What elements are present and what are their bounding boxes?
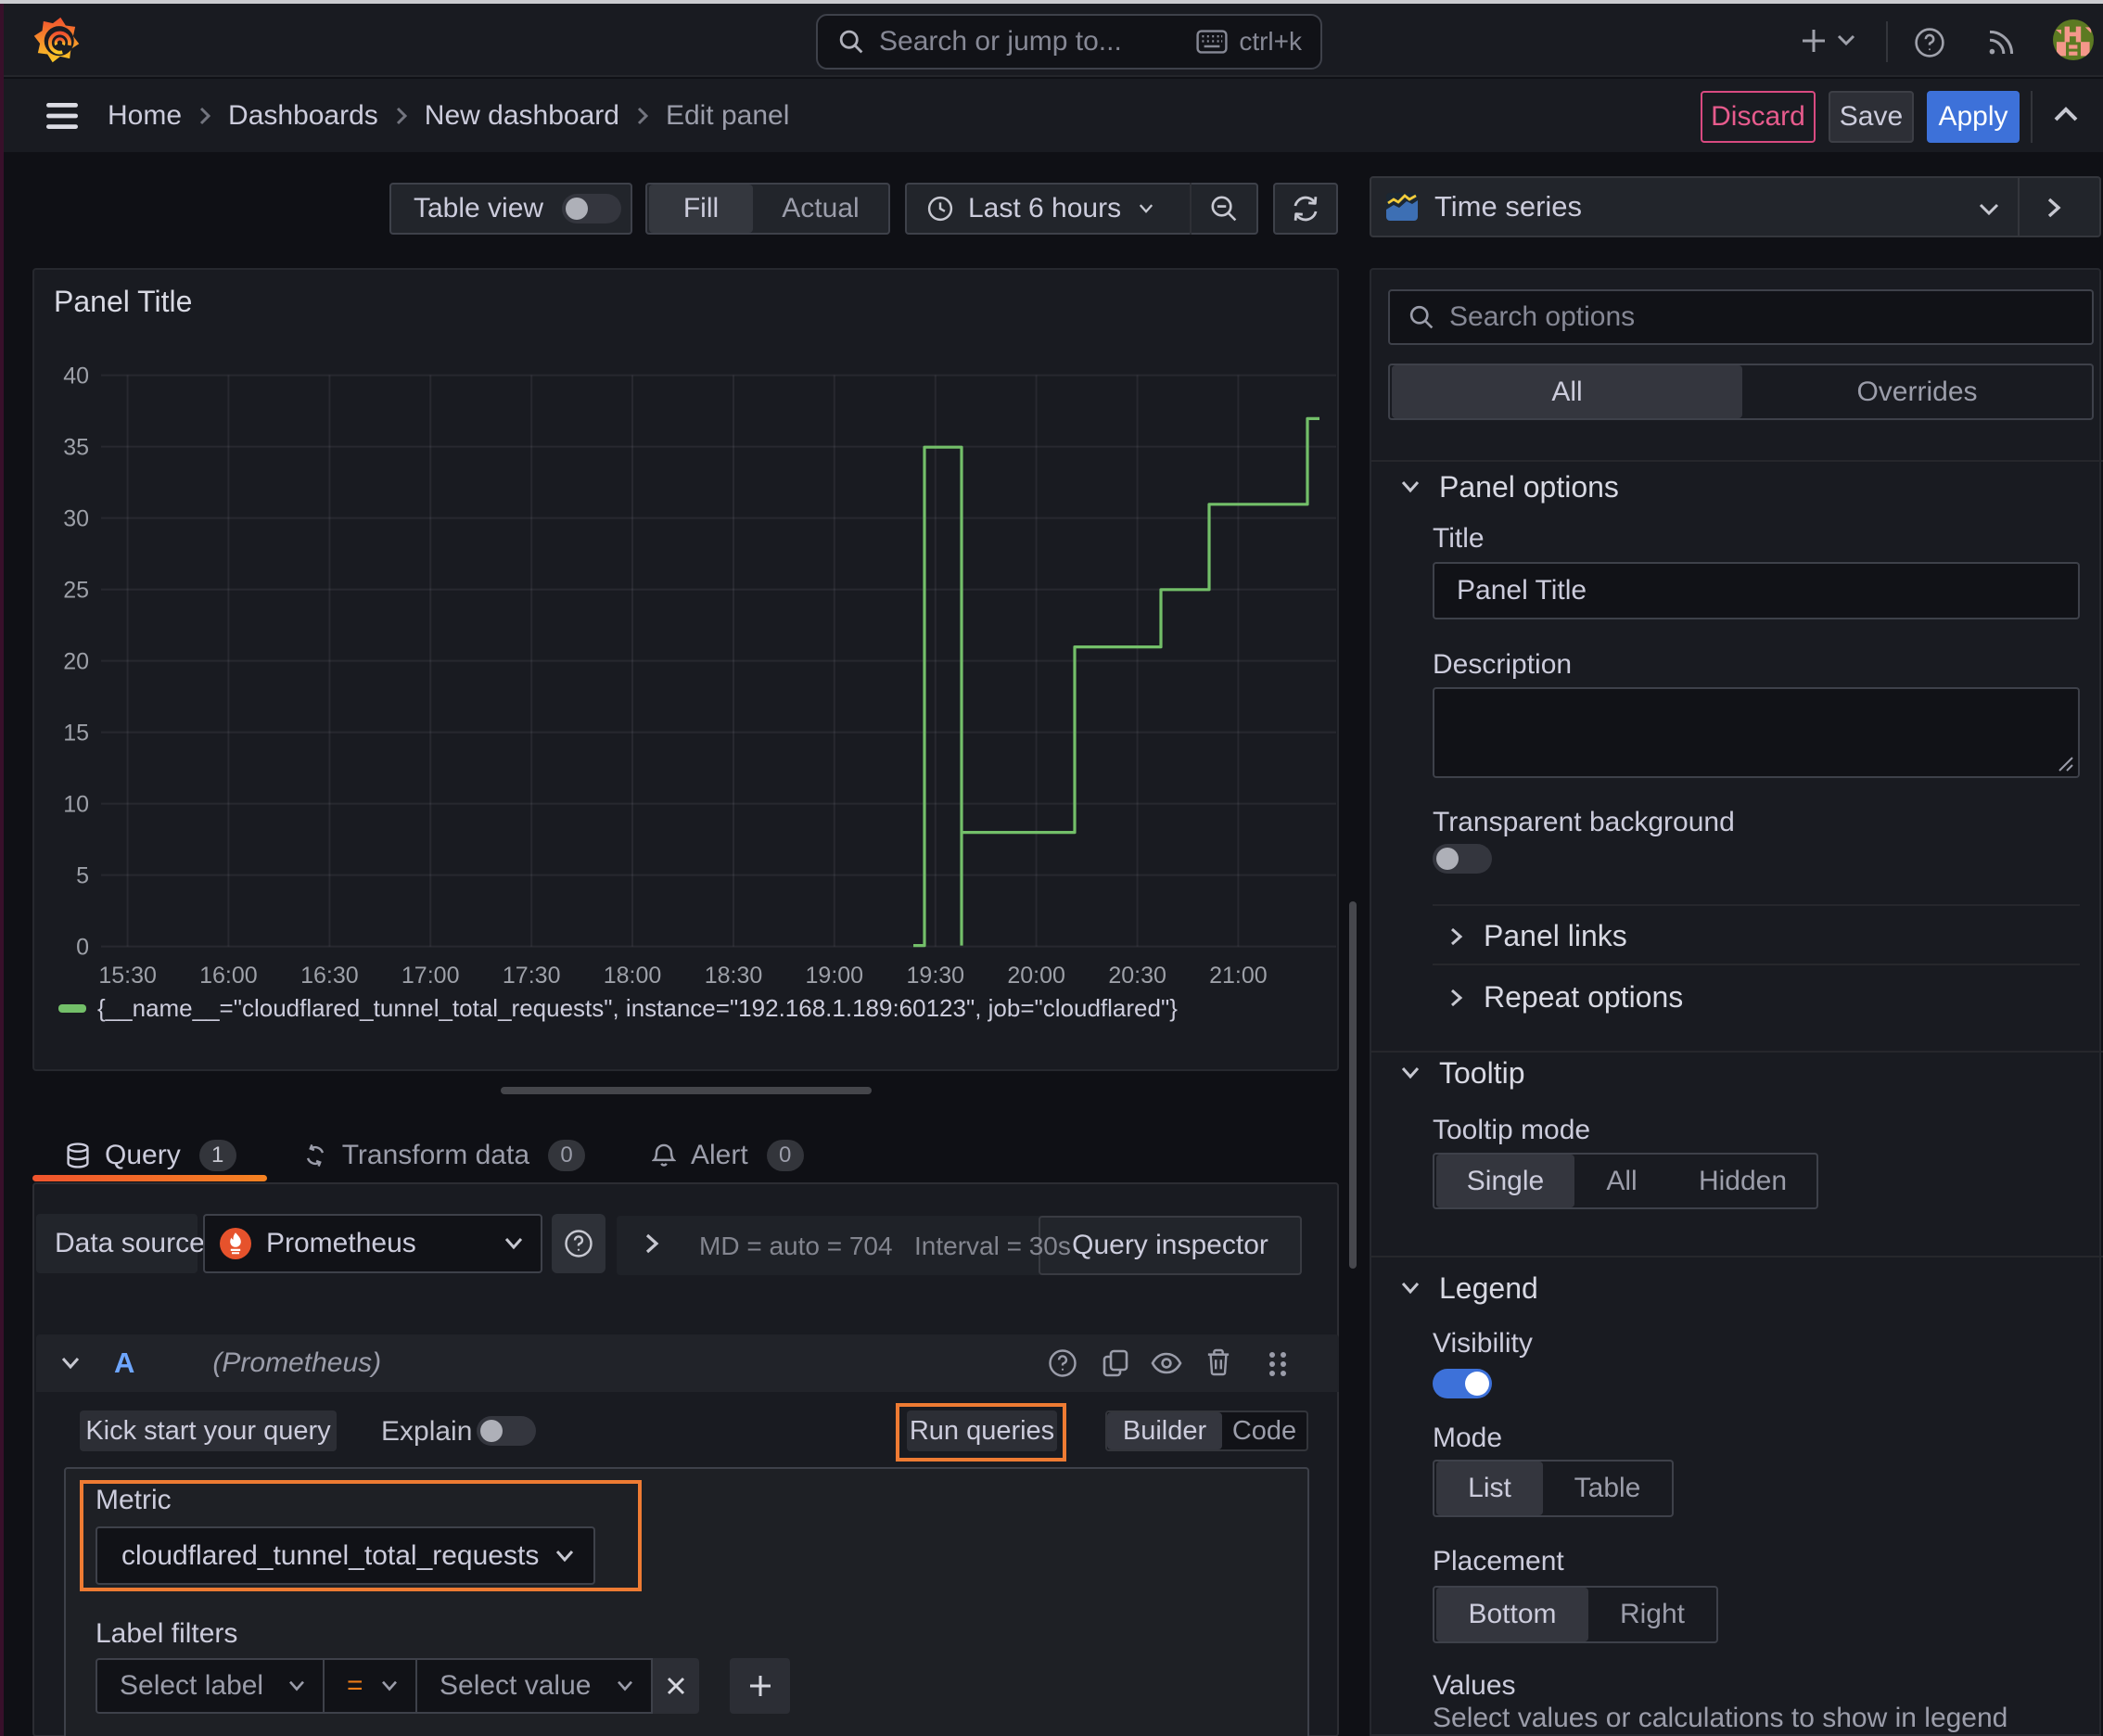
svg-text:21:00: 21:00 bbox=[1209, 963, 1268, 989]
svg-text:16:30: 16:30 bbox=[300, 963, 359, 989]
svg-text:16:00: 16:00 bbox=[199, 963, 258, 989]
svg-text:30: 30 bbox=[63, 505, 89, 531]
svg-text:18:00: 18:00 bbox=[604, 963, 662, 989]
svg-text:10: 10 bbox=[63, 791, 89, 817]
svg-text:19:30: 19:30 bbox=[907, 963, 965, 989]
svg-text:15:30: 15:30 bbox=[98, 963, 157, 989]
svg-text:19:00: 19:00 bbox=[806, 963, 864, 989]
svg-text:15: 15 bbox=[63, 720, 89, 746]
svg-text:20: 20 bbox=[63, 648, 89, 674]
svg-text:18:30: 18:30 bbox=[705, 963, 763, 989]
svg-text:35: 35 bbox=[63, 434, 89, 460]
svg-text:0: 0 bbox=[76, 934, 89, 960]
svg-text:17:30: 17:30 bbox=[503, 963, 561, 989]
svg-text:25: 25 bbox=[63, 577, 89, 603]
svg-text:17:00: 17:00 bbox=[401, 963, 460, 989]
svg-text:20:30: 20:30 bbox=[1108, 963, 1166, 989]
svg-text:20:00: 20:00 bbox=[1007, 963, 1065, 989]
svg-text:40: 40 bbox=[63, 363, 89, 389]
svg-text:5: 5 bbox=[76, 862, 89, 888]
